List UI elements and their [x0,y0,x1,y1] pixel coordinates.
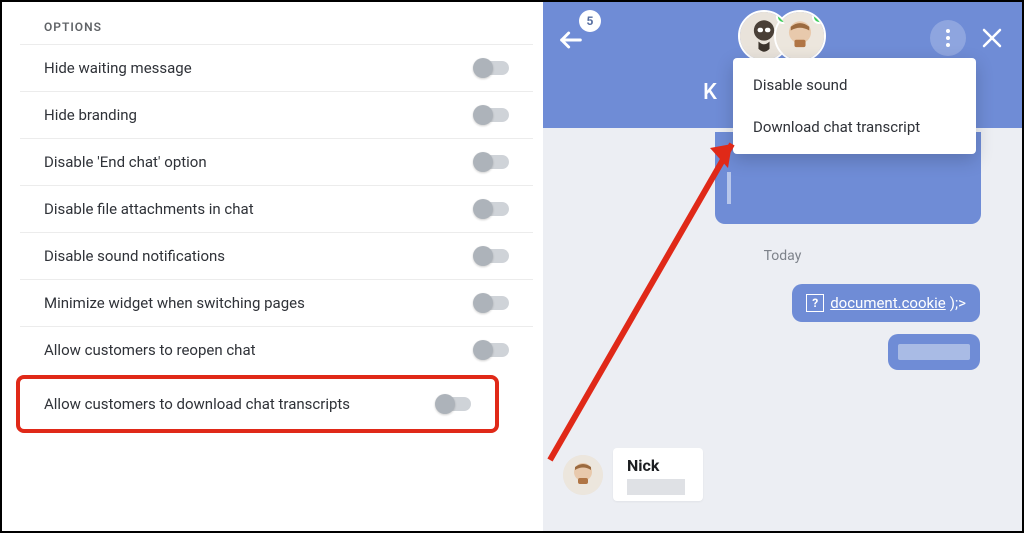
chat-menu-dropdown: Disable sound Download chat transcript [733,58,976,154]
typing-user-name: Nick [627,456,685,475]
question-mark-icon: ? [806,294,824,312]
option-label: Allow customers to download chat transcr… [44,395,350,413]
toggle-disable-end-chat[interactable] [475,155,509,169]
message-tail-text: );> [950,294,966,312]
toggle-allow-download-transcripts[interactable] [437,397,471,411]
status-online-icon [776,10,790,24]
option-label: Disable sound notifications [44,247,225,265]
date-separator: Today [543,248,1022,264]
agent-avatars [738,10,826,62]
settings-panel: OPTIONS Hide waiting message Hide brandi… [2,2,543,531]
notification-badge: 5 [579,10,601,32]
user-message-bubble-redacted [888,334,980,370]
toggle-minimize-widget[interactable] [475,296,509,310]
typing-placeholder-bar [627,479,685,495]
option-disable-end-chat: Disable 'End chat' option [20,138,533,185]
options-header: OPTIONS [20,20,533,44]
toggle-allow-reopen-chat[interactable] [475,343,509,357]
toggle-disable-sound-notifications[interactable] [475,249,509,263]
option-disable-sound-notifications: Disable sound notifications [20,232,533,279]
more-menu-button[interactable] [930,20,966,56]
close-button[interactable] [976,22,1008,54]
chat-widget: 5 K Disable sound [543,2,1022,531]
user-message-bubble: ? document.cookie);> [792,284,980,322]
option-label: Disable 'End chat' option [44,153,207,171]
option-allow-download-transcripts: Allow customers to download chat transcr… [20,379,495,429]
option-hide-waiting-message: Hide waiting message [20,44,533,91]
toggle-hide-waiting-message[interactable] [475,61,509,75]
status-online-icon [812,10,826,24]
toggle-disable-file-attachments[interactable] [475,202,509,216]
option-label: Allow customers to reopen chat [44,341,256,359]
typing-box: Nick [613,448,703,501]
option-label: Minimize widget when switching pages [44,294,305,312]
toggle-hide-branding[interactable] [475,108,509,122]
menu-disable-sound[interactable]: Disable sound [733,64,976,106]
message-link-text: document.cookie [830,294,946,312]
option-label: Hide branding [44,106,137,124]
option-label: Hide waiting message [44,59,192,77]
quote-bar-icon [727,172,731,204]
option-label: Disable file attachments in chat [44,200,254,218]
option-hide-branding: Hide branding [20,91,533,138]
avatar [563,455,603,495]
typing-indicator: Nick [563,448,703,501]
back-arrow-icon[interactable] [557,26,585,61]
option-disable-file-attachments: Disable file attachments in chat [20,185,533,232]
option-allow-reopen-chat: Allow customers to reopen chat [20,326,533,373]
option-minimize-widget: Minimize widget when switching pages [20,279,533,326]
vertical-dots-icon [946,28,950,49]
header-title-partial: K [703,80,717,105]
highlighted-option-box: Allow customers to download chat transcr… [16,375,499,433]
menu-download-transcript[interactable]: Download chat transcript [733,106,976,148]
close-icon [982,28,1002,48]
